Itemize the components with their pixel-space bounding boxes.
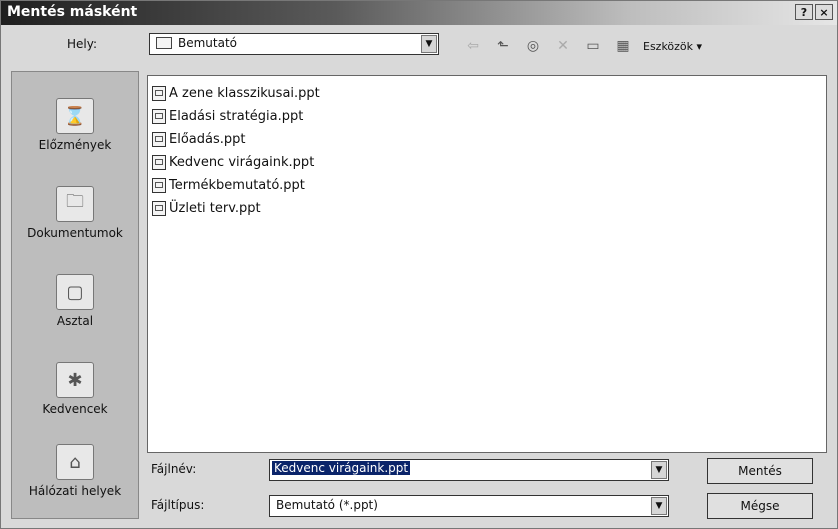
place-desktop[interactable]: ▢ Asztal — [12, 274, 138, 328]
tools-label: Eszközök — [643, 39, 694, 53]
chevron-down-icon[interactable]: ▼ — [421, 35, 437, 53]
file-name: Eladási stratégia.ppt — [169, 109, 304, 124]
ppt-file-icon — [152, 155, 166, 170]
filetype-select[interactable]: Bemutató (*.ppt) ▼ — [269, 495, 669, 517]
file-name: Üzleti terv.ppt — [169, 201, 261, 216]
up-folder-icon[interactable]: ⬑ — [493, 37, 513, 55]
search-web-icon[interactable]: ◎ — [523, 37, 543, 55]
places-bar: ⌛ Előzmények 🗀 Dokumentumok ▢ Asztal ✱ K… — [11, 71, 139, 519]
location-select[interactable]: Bemutató ▼ — [149, 33, 439, 55]
filetype-value: Bemutató (*.ppt) — [276, 498, 378, 512]
cancel-button[interactable]: Mégse — [707, 493, 813, 519]
file-list[interactable]: A zene klasszikusai.ppt Eladási stratégi… — [147, 75, 827, 453]
list-item[interactable]: Előadás.ppt — [152, 132, 245, 147]
place-label: Előzmények — [38, 138, 112, 152]
place-label: Hálózati helyek — [28, 484, 122, 498]
toolbar: Hely: Bemutató ▼ ⇦ ⬑ ◎ ✕ ▭ ▦ Eszközök ▾ — [1, 31, 837, 63]
folder-icon — [156, 37, 172, 49]
ppt-file-icon — [152, 178, 166, 193]
filename-value: Kedvenc virágaink.ppt — [272, 461, 411, 475]
place-label: Kedvencek — [42, 402, 108, 416]
ppt-file-icon — [152, 86, 166, 101]
list-item[interactable]: A zene klasszikusai.ppt — [152, 86, 320, 101]
location-label: Hely: — [67, 37, 98, 51]
favorites-icon: ✱ — [56, 362, 94, 398]
dialog-title: Mentés másként — [7, 4, 138, 20]
filename-input[interactable]: Kedvenc virágaink.ppt ▼ — [269, 459, 669, 481]
new-folder-icon[interactable]: ▭ — [583, 37, 603, 55]
views-icon[interactable]: ▦ — [613, 37, 633, 55]
place-documents[interactable]: 🗀 Dokumentumok — [12, 186, 138, 240]
ppt-file-icon — [152, 132, 166, 147]
file-name: Termékbemutató.ppt — [169, 178, 305, 193]
back-icon[interactable]: ⇦ — [463, 37, 483, 55]
chevron-down-icon[interactable]: ▼ — [651, 497, 667, 515]
list-item[interactable]: Eladási stratégia.ppt — [152, 109, 303, 124]
place-label: Asztal — [56, 314, 94, 328]
title-bar: Mentés másként ? × — [1, 1, 837, 25]
desktop-icon: ▢ — [56, 274, 94, 310]
chevron-down-icon[interactable]: ▼ — [651, 461, 667, 479]
place-favorites[interactable]: ✱ Kedvencek — [12, 362, 138, 416]
file-name: Kedvenc virágaink.ppt — [169, 155, 315, 170]
save-button[interactable]: Mentés — [707, 458, 813, 484]
help-button[interactable]: ? — [795, 4, 813, 20]
ppt-file-icon — [152, 109, 166, 124]
place-network[interactable]: ⌂ Hálózati helyek — [12, 444, 138, 498]
save-as-dialog: Mentés másként ? × Hely: Bemutató ▼ ⇦ ⬑ … — [0, 0, 838, 529]
history-icon: ⌛ — [56, 98, 94, 134]
file-name: A zene klasszikusai.ppt — [169, 86, 320, 101]
delete-icon[interactable]: ✕ — [553, 37, 573, 55]
place-history[interactable]: ⌛ Előzmények — [12, 98, 138, 152]
chevron-down-icon: ▾ — [696, 39, 703, 53]
location-value: Bemutató — [178, 36, 238, 50]
ppt-file-icon — [152, 201, 166, 216]
filetype-label: Fájltípus: — [151, 498, 205, 512]
close-button[interactable]: × — [815, 4, 833, 20]
network-icon: ⌂ — [56, 444, 94, 480]
filename-label: Fájlnév: — [151, 462, 197, 476]
list-item[interactable]: Üzleti terv.ppt — [152, 201, 261, 216]
list-item[interactable]: Termékbemutató.ppt — [152, 178, 305, 193]
documents-icon: 🗀 — [56, 186, 94, 222]
place-label: Dokumentumok — [27, 226, 123, 240]
file-name: Előadás.ppt — [169, 132, 246, 147]
tools-menu[interactable]: Eszközök ▾ — [643, 40, 702, 53]
list-item[interactable]: Kedvenc virágaink.ppt — [152, 155, 314, 170]
